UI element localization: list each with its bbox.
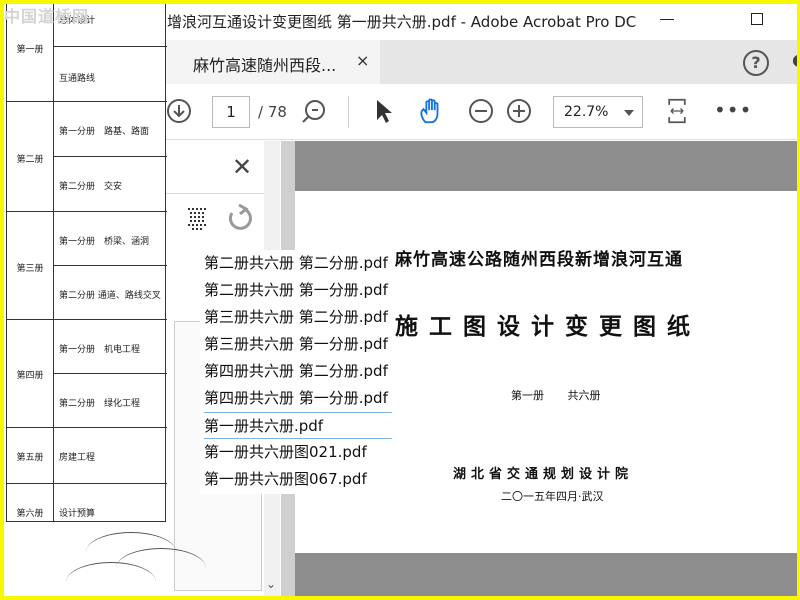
zoom-marquee-icon[interactable] <box>301 98 327 124</box>
cover-date: 二〇一五年四月·武汉 <box>501 490 604 503</box>
file-item[interactable]: 第三册共六册 第二分册.pdf <box>204 304 392 331</box>
drawing-sketch <box>6 522 206 596</box>
volume-label: 第四册 <box>16 371 44 381</box>
file-item[interactable]: 第四册共六册 第二分册.pdf <box>204 358 392 385</box>
section-label: 第二分册 通道、路线交叉 <box>59 291 161 301</box>
section-label: 互通路线 <box>59 74 96 84</box>
zoom-value: 22.7% <box>564 104 609 120</box>
list-item: 第一分册 路基、路面 <box>53 102 167 157</box>
zoom-in-icon[interactable] <box>506 98 532 124</box>
list-item: 互通路线 <box>53 47 167 102</box>
cover-title-line1: 麻竹高速公路随州西段新增浪河互通 <box>395 250 683 270</box>
zoom-dropdown[interactable]: 22.7% <box>553 96 643 128</box>
file-item[interactable]: 第一册共六册图021.pdf <box>204 439 392 466</box>
volume-label: 第一册 <box>16 45 44 55</box>
list-item: 第二分册 通道、路线交叉 <box>53 266 167 320</box>
hand-tool-icon[interactable] <box>418 98 444 124</box>
zoom-out-icon[interactable] <box>468 98 494 124</box>
page-options-icon[interactable] <box>186 207 210 231</box>
section-label: 设计预算 <box>59 509 96 519</box>
volume-label: 第五册 <box>16 453 44 463</box>
more-options-icon[interactable]: ••• <box>714 98 752 122</box>
scroll-down-icon[interactable]: ⌄ <box>266 577 276 591</box>
file-list: 第二册共六册 第二分册.pdf 第二册共六册 第一分册.pdf 第三册共六册 第… <box>200 250 392 494</box>
table-row: 第四册 第一分册 机电工程 第二分册 绿化工程 <box>7 320 167 428</box>
page-total: / 78 <box>258 103 287 121</box>
file-item[interactable]: 第一册共六册图067.pdf <box>204 466 392 493</box>
table-row: 第三册 第一分册 桥梁、涵洞 第二分册 通道、路线交叉 <box>7 212 167 320</box>
file-item-selected[interactable]: 第一册共六册.pdf <box>204 412 392 439</box>
cover-title-line2: 施工图设计变更图纸 <box>395 313 701 340</box>
volume-index-table: 第一册 总体设计 互通路线 第二册 第一分册 路基、路面 第二分册 交安 第三册… <box>6 4 167 522</box>
help-icon[interactable]: ? <box>743 50 769 76</box>
cover-volume: 第一册 共六册 <box>511 389 601 402</box>
section-label: 第一分册 桥梁、涵洞 <box>59 237 150 247</box>
select-arrow-icon[interactable] <box>372 98 398 124</box>
pane-close-icon[interactable]: ✕ <box>232 153 252 181</box>
tab-document[interactable]: 麻竹高速随州西段... × <box>166 40 380 84</box>
file-item[interactable]: 第二册共六册 第一分册.pdf <box>204 277 392 304</box>
tab-label: 麻竹高速随州西段... <box>193 56 337 75</box>
fit-width-icon[interactable] <box>664 98 690 124</box>
section-label: 房建工程 <box>59 453 96 463</box>
file-item[interactable]: 第二册共六册 第二分册.pdf <box>204 250 392 277</box>
maximize-icon[interactable] <box>751 13 763 25</box>
list-item: 设计预算 <box>53 484 167 522</box>
window-title: 增浪河互通设计变更图纸 第一册共六册.pdf - Adobe Acrobat P… <box>167 13 637 31</box>
section-label: 第一分册 路基、路面 <box>59 127 150 137</box>
list-item: 第一分册 桥梁、涵洞 <box>53 212 167 266</box>
page-number-input[interactable]: 1 <box>212 96 250 128</box>
rotate-icon[interactable] <box>226 203 254 231</box>
toolbar: 1 / 78 22.7% ••• <box>166 84 800 140</box>
table-row: 第二册 第一分册 路基、路面 第二分册 交安 <box>7 102 167 212</box>
volume-label: 第三册 <box>16 264 44 274</box>
toolbar-separator <box>348 96 349 128</box>
list-item: 第二分册 绿化工程 <box>53 374 167 428</box>
watermark: 中国道桥网 <box>4 7 90 26</box>
section-label: 第二分册 交安 <box>59 182 123 192</box>
table-row: 第六册 设计预算 <box>7 484 167 522</box>
file-item[interactable]: 第三册共六册 第一分册.pdf <box>204 331 392 358</box>
tab-bar: 麻竹高速随州西段... × ? ● <box>166 40 800 84</box>
volume-label: 第六册 <box>16 509 44 519</box>
section-label: 第二分册 绿化工程 <box>59 399 141 409</box>
tab-close-icon[interactable]: × <box>356 51 369 70</box>
account-icon[interactable]: ● <box>792 50 800 69</box>
next-page-icon[interactable] <box>166 98 192 124</box>
minimize-icon[interactable] <box>660 19 674 20</box>
list-item: 房建工程 <box>53 428 167 484</box>
table-row: 第五册 房建工程 <box>7 428 167 484</box>
cover-organization: 湖北省交通规划设计院 <box>453 467 634 482</box>
section-label: 第一分册 机电工程 <box>59 345 141 355</box>
sketch-curve <box>66 562 156 600</box>
pane-divider <box>166 193 264 194</box>
list-item: 第二分册 交安 <box>53 157 167 212</box>
volume-label: 第二册 <box>16 155 44 165</box>
list-item: 第一分册 机电工程 <box>53 320 167 374</box>
file-item[interactable]: 第四册共六册 第一分册.pdf <box>204 385 392 412</box>
chevron-down-icon <box>624 110 634 116</box>
